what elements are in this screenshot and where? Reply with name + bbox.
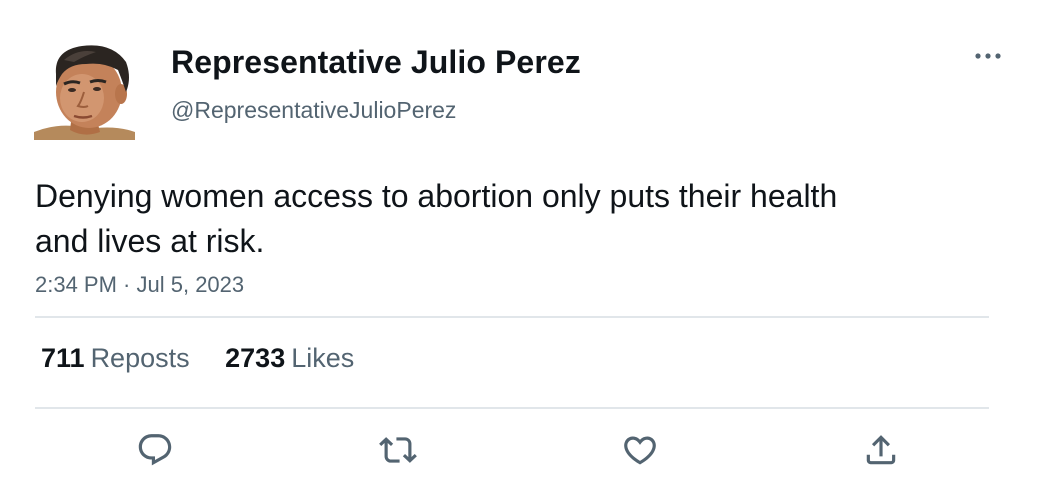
avatar[interactable] — [34, 40, 135, 140]
author-handle[interactable]: @RepresentativeJulioPerez — [171, 97, 456, 124]
more-horizontal-icon — [975, 53, 1001, 59]
tweet-date: Jul 5, 2023 — [136, 272, 245, 297]
avatar-photo — [34, 40, 135, 140]
meta-separator: · — [116, 272, 137, 297]
heart-icon — [624, 436, 656, 465]
reposts-label: Reposts — [90, 343, 190, 373]
likes-stat[interactable]: 2733 Likes — [225, 343, 354, 374]
likes-count: 2733 — [225, 343, 286, 373]
reply-button[interactable] — [133, 428, 177, 472]
likes-label: Likes — [291, 343, 355, 373]
reposts-count: 711 — [41, 343, 85, 373]
share-button[interactable] — [859, 428, 903, 472]
repost-button[interactable] — [376, 428, 420, 472]
engagement-stats: 711 Reposts 2733 Likes — [41, 343, 354, 374]
tweet-time: 2:34 PM — [35, 272, 117, 297]
divider — [35, 316, 989, 318]
reply-icon — [138, 434, 172, 466]
tweet-card: Representative Julio Perez @Representati… — [0, 0, 1050, 480]
reposts-stat[interactable]: 711 Reposts — [41, 343, 190, 374]
divider — [35, 407, 989, 409]
more-options-button[interactable] — [968, 40, 1008, 72]
share-icon — [866, 435, 896, 465]
like-button[interactable] — [618, 428, 662, 472]
author-name[interactable]: Representative Julio Perez — [171, 44, 581, 81]
repost-icon — [379, 437, 417, 463]
tweet-text: Denying women access to abortion only pu… — [35, 178, 838, 259]
tweet-timestamp[interactable]: 2:34 PM · Jul 5, 2023 — [35, 272, 244, 298]
